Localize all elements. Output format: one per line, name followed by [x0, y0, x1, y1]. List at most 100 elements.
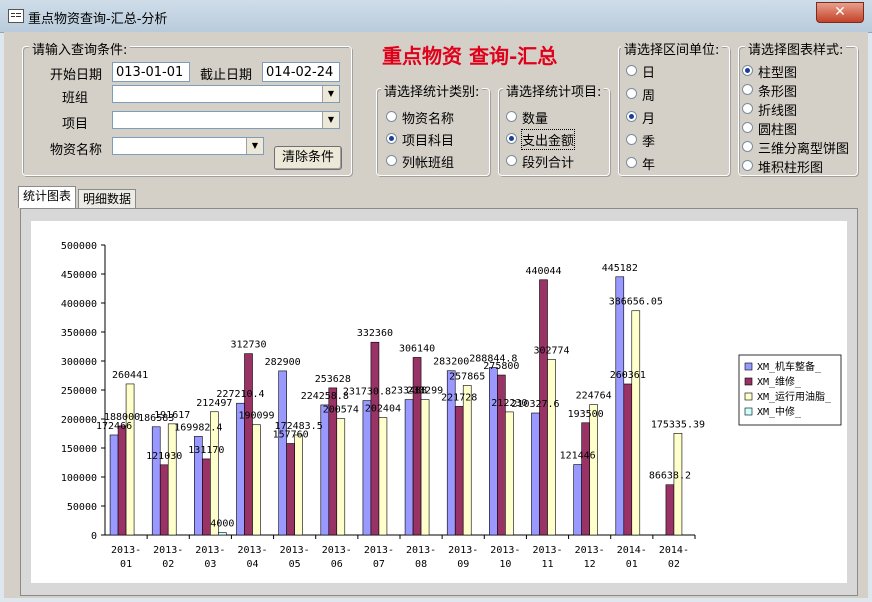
- data-label: 312730: [230, 340, 266, 351]
- chart-style-option-label[interactable]: 圆柱图: [758, 119, 797, 138]
- bar: [378, 417, 388, 536]
- close-button[interactable]: ✕: [816, 2, 864, 23]
- stat-type-radio-2[interactable]: [386, 155, 397, 166]
- chart-style-radio-5[interactable]: [742, 160, 753, 171]
- bar: [589, 404, 598, 536]
- data-label: 172483.5: [275, 421, 323, 432]
- bar: [505, 411, 514, 536]
- chevron-down-icon[interactable]: ▼: [322, 112, 339, 128]
- chevron-down-icon[interactable]: ▼: [322, 86, 339, 102]
- bar: [109, 434, 119, 536]
- stat-item-radio-1[interactable]: [506, 133, 517, 144]
- bar: [278, 370, 287, 536]
- x-tick-label: 2013-: [237, 545, 267, 556]
- data-label: 121030: [146, 451, 182, 462]
- page-title: 重点物资 查询-汇总: [382, 44, 558, 68]
- chart-area: 0 50000 100000 150000 200000 250000 300000 3500…: [31, 221, 847, 583]
- window-title: 重点物资查询-汇总-分析: [28, 12, 168, 27]
- stat-type-option-label[interactable]: 物资名称: [402, 108, 454, 127]
- interval-radio-2[interactable]: [626, 111, 637, 122]
- y-tick-label: 100000: [61, 473, 97, 484]
- data-label: 191617: [154, 410, 190, 421]
- query-conditions-legend: 请输入查询条件:: [29, 39, 131, 58]
- data-label: 253628: [315, 374, 351, 385]
- stat-type-radio-1[interactable]: [386, 133, 397, 144]
- clear-conditions-button[interactable]: 清除条件: [274, 146, 342, 170]
- interval-radio-3[interactable]: [626, 134, 637, 145]
- legend-entry: XM_运行用油脂_: [757, 390, 832, 403]
- data-label: 86638.2: [649, 471, 691, 482]
- stat-type-radio-0[interactable]: [386, 111, 397, 122]
- x-tick-label: 05: [289, 559, 301, 570]
- bar: [615, 276, 625, 536]
- data-label: 175335.39: [651, 419, 705, 430]
- x-tick-label: 04: [246, 559, 258, 570]
- tab-chart[interactable]: 统计图表: [18, 186, 77, 208]
- y-tick-label: 50000: [67, 502, 97, 513]
- bar: [412, 357, 422, 536]
- bar: [244, 353, 253, 536]
- interval-legend: 请选择区间单位:: [621, 39, 723, 58]
- data-label: 190099: [238, 411, 274, 422]
- chart-style-option-label[interactable]: 堆积柱形图: [758, 157, 823, 176]
- chart-style-option-label[interactable]: 条形图: [758, 81, 797, 100]
- stat-item-option-label[interactable]: 段列合计: [522, 152, 574, 171]
- y-tick-label: 250000: [61, 386, 97, 397]
- item-combobox[interactable]: ▼: [112, 111, 340, 129]
- team-combobox[interactable]: ▼: [112, 85, 340, 103]
- legend-entry: XM_维修_: [757, 375, 802, 388]
- data-label: 306140: [399, 343, 435, 354]
- interval-radio-1[interactable]: [626, 88, 637, 99]
- y-tick-label: 350000: [61, 328, 97, 339]
- chart-style-option-label[interactable]: 折线图: [758, 100, 797, 119]
- x-tick-label: 2013-: [111, 545, 141, 556]
- chart-style-option-label[interactable]: 柱型图: [758, 62, 797, 81]
- interval-option-label[interactable]: 季: [642, 131, 655, 150]
- end-date-input[interactable]: 014-02-24: [262, 62, 340, 82]
- chart-style-option-label[interactable]: 三维分离型饼图: [758, 138, 849, 157]
- interval-option-label[interactable]: 年: [642, 154, 655, 173]
- bar: [336, 418, 346, 536]
- bar: [236, 402, 245, 536]
- bar-chart: 0 50000 100000 150000 200000 250000 300000 3500…: [61, 241, 842, 570]
- start-date-label: 开始日期: [50, 68, 103, 83]
- stat-item-radio-2[interactable]: [506, 155, 517, 166]
- stat-type-option-label[interactable]: 项目科目: [402, 130, 454, 149]
- chart-style-radio-4[interactable]: [742, 141, 753, 152]
- chevron-down-icon[interactable]: ▼: [246, 138, 263, 154]
- x-tick-label: 06: [331, 559, 343, 570]
- data-label: 257865: [449, 371, 485, 382]
- interval-option-label[interactable]: 周: [642, 85, 655, 104]
- x-tick-label: 07: [373, 559, 385, 570]
- interval-option-label[interactable]: 日: [642, 62, 655, 81]
- chart-style-radio-1[interactable]: [742, 84, 753, 95]
- material-name-combobox[interactable]: ▼: [112, 137, 264, 155]
- x-tick-label: 11: [541, 559, 553, 570]
- stat-item-option-label[interactable]: 数量: [522, 108, 548, 127]
- x-tick-label: 2013-: [153, 545, 183, 556]
- bar: [531, 412, 540, 536]
- stat-type-option-label[interactable]: 列帐班组: [402, 152, 454, 171]
- bar: [202, 458, 211, 536]
- start-date-input[interactable]: 013-01-01: [112, 62, 190, 82]
- stat-item-option-label[interactable]: 支出金额: [520, 129, 576, 150]
- interval-option-label[interactable]: 月: [642, 108, 655, 127]
- bar: [462, 385, 472, 536]
- chart-style-radio-2[interactable]: [742, 103, 753, 114]
- data-label: 233299: [407, 386, 443, 397]
- x-tick-label: 2013-: [490, 545, 520, 556]
- bar: [167, 423, 177, 536]
- data-label: 202404: [365, 404, 401, 415]
- interval-radio-0[interactable]: [626, 65, 637, 76]
- data-label: 386656.05: [609, 297, 663, 308]
- data-label: 169982.4: [174, 422, 222, 433]
- stat-item-radio-0[interactable]: [506, 111, 517, 122]
- interval-radio-4[interactable]: [626, 157, 637, 168]
- data-label: 231730.8: [343, 387, 391, 398]
- chart-style-radio-0[interactable]: [742, 65, 753, 76]
- chart-style-radio-3[interactable]: [742, 122, 753, 133]
- tab-detail-data[interactable]: 明细数据: [78, 189, 137, 209]
- bar: [623, 383, 633, 536]
- data-label: 224764: [576, 391, 612, 402]
- bar: [125, 383, 135, 536]
